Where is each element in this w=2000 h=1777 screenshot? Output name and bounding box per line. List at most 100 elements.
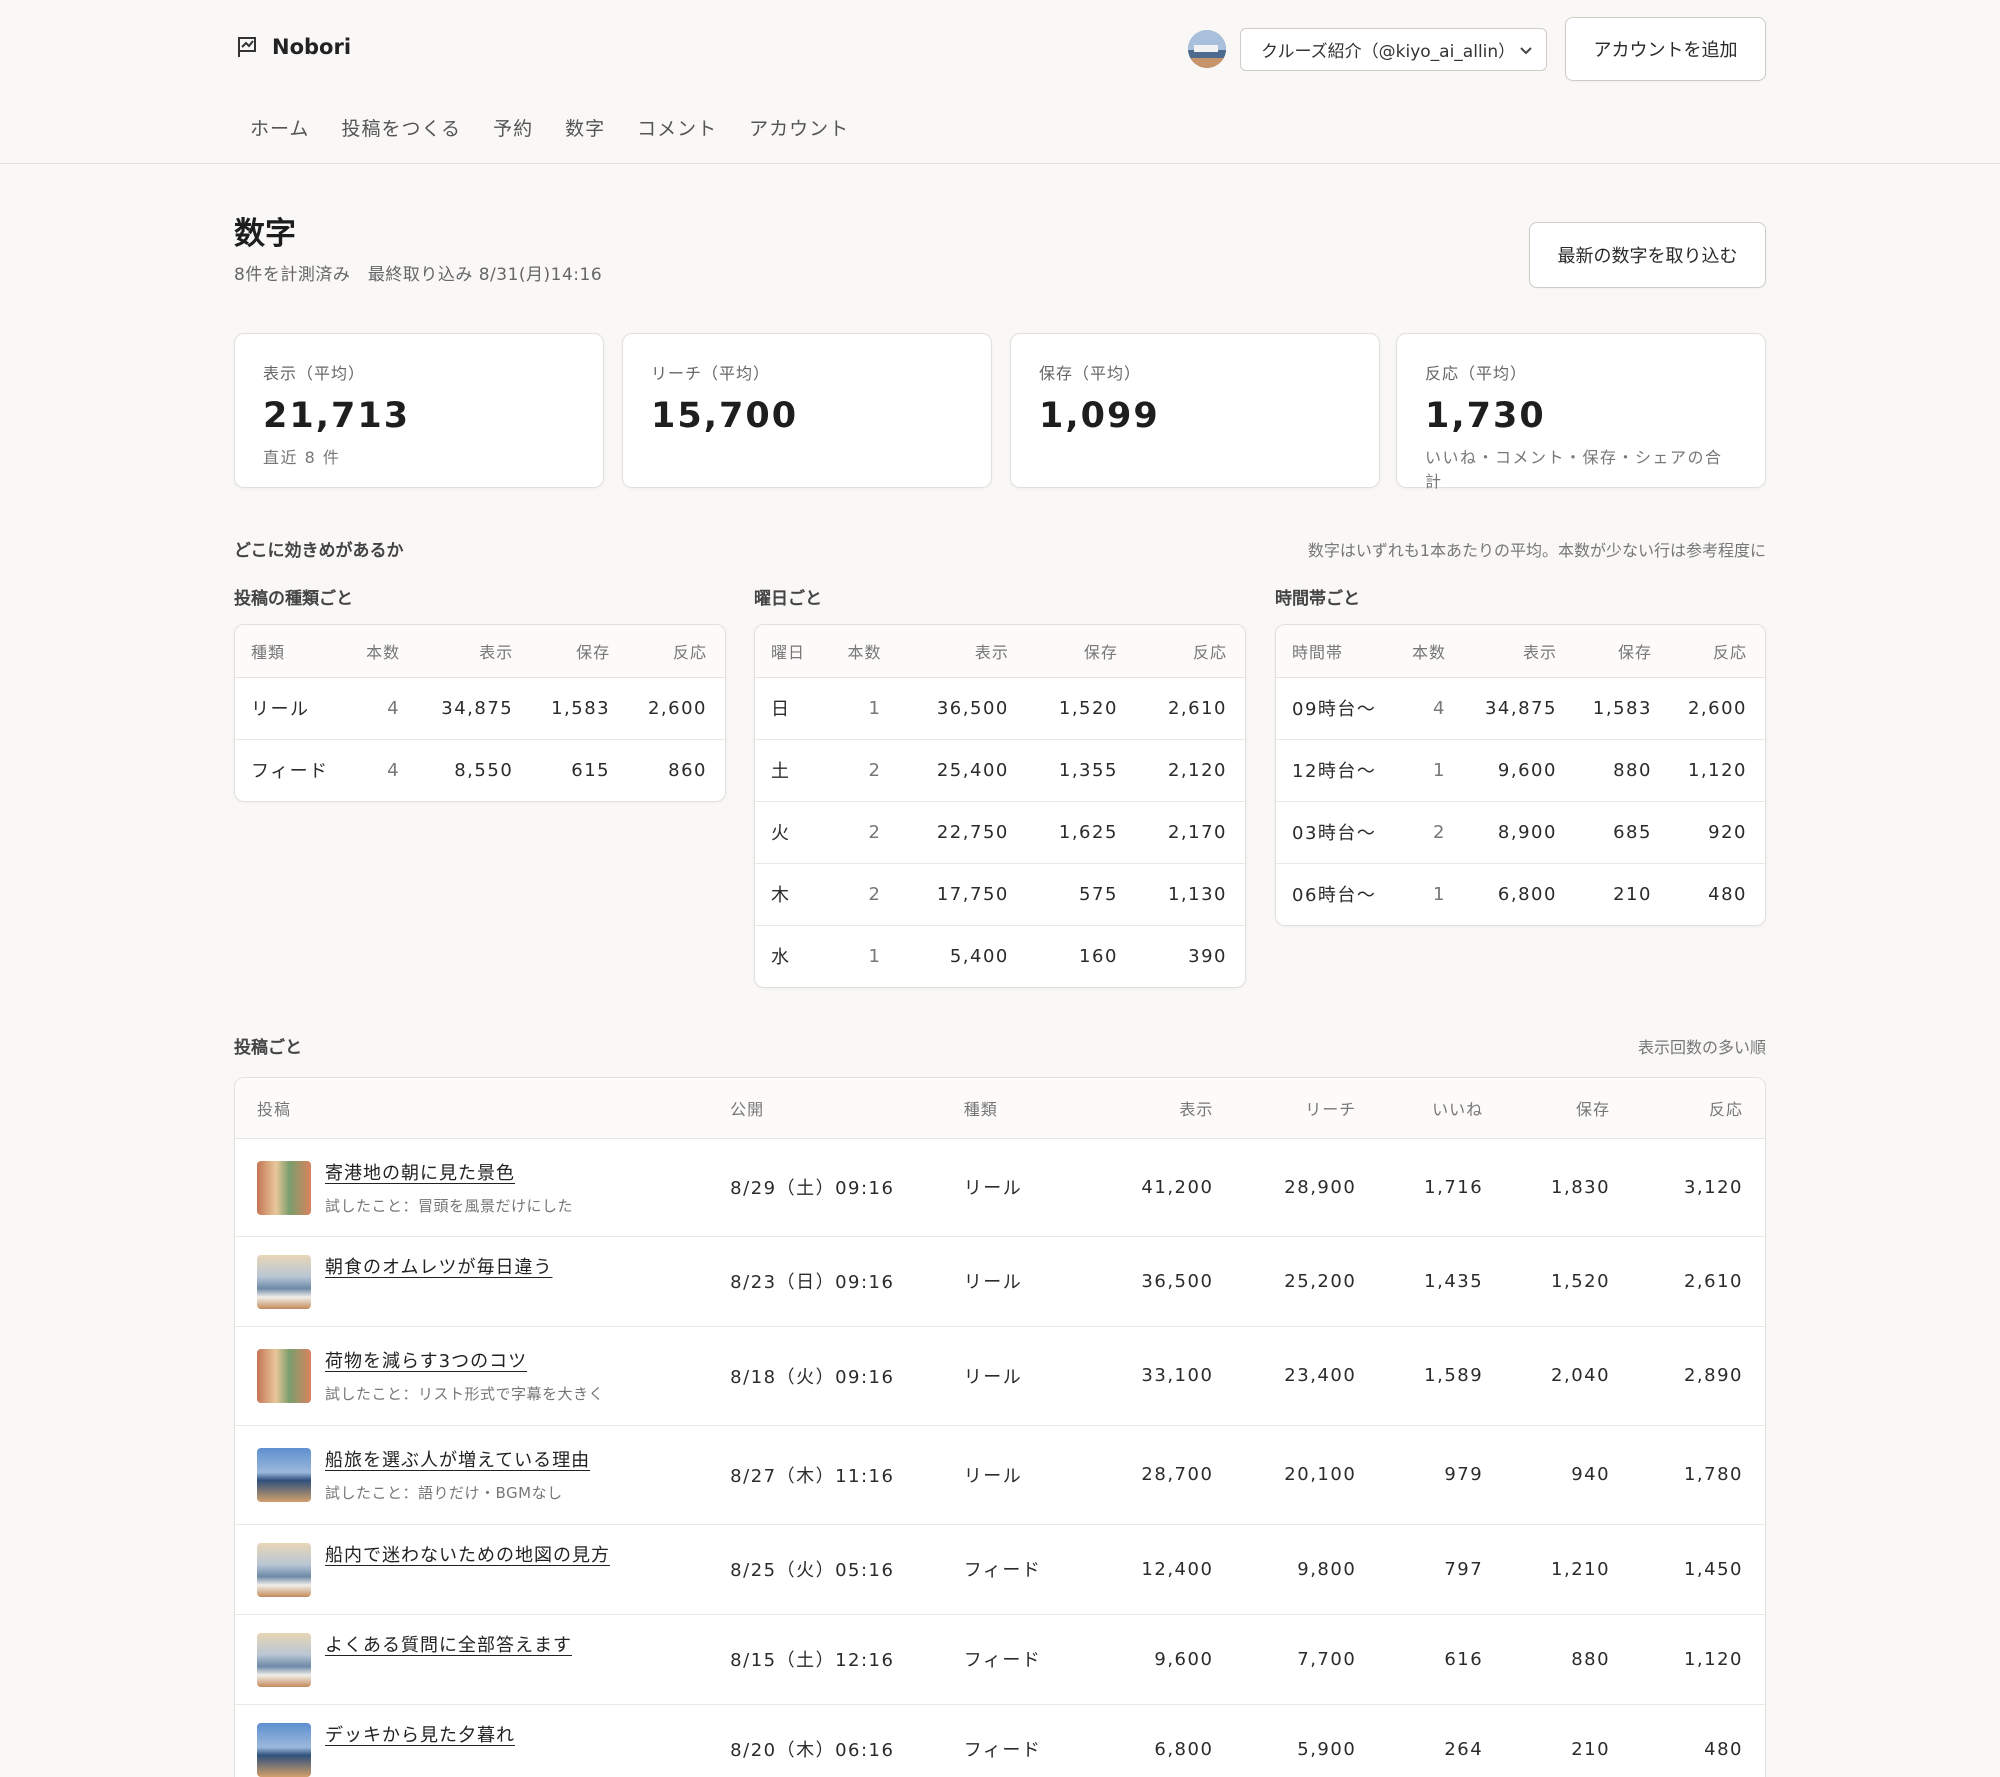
column-header: 本数 xyxy=(1399,625,1464,678)
column-header: リーチ xyxy=(1235,1078,1379,1139)
post-saves: 1,520 xyxy=(1505,1236,1633,1327)
table-row[interactable]: 船内で迷わないための地図の見方 8/25（火）05:16 フィード 12,400… xyxy=(235,1524,1765,1615)
post-date: 8/18（火）09:16 xyxy=(730,1326,964,1426)
column-header: 反応 xyxy=(628,625,725,678)
nav-home[interactable]: ホーム xyxy=(234,100,325,141)
effect-section-note: 数字はいずれも1本あたりの平均。本数が少ない行は参考程度に xyxy=(1307,541,1766,560)
table-cell: 575 xyxy=(1026,863,1136,926)
app-name: Nobori xyxy=(272,35,352,59)
post-views: 33,100 xyxy=(1103,1326,1236,1426)
by-day-title: 曜日ごと xyxy=(754,589,822,609)
table-cell: 09時台〜 xyxy=(1276,677,1400,740)
by-hour-title: 時間帯ごと xyxy=(1275,589,1360,609)
table-cell: 685 xyxy=(1574,801,1670,864)
column-header: 反応 xyxy=(1669,625,1765,678)
account-select[interactable]: クルーズ紹介（@kiyo_ai_allin） xyxy=(1240,28,1547,71)
table-cell: 1,583 xyxy=(1574,677,1670,740)
kpi-card-views: 表示（平均） 21,713 直近 8 件 xyxy=(234,333,604,488)
post-saves: 940 xyxy=(1505,1425,1633,1525)
table-row: 09時台〜 4 34,875 1,583 2,600 xyxy=(1276,677,1765,740)
brand[interactable]: Nobori xyxy=(234,34,351,60)
table-row[interactable]: デッキから見た夕暮れ 8/20（木）06:16 フィード 6,800 5,900… xyxy=(235,1704,1765,1777)
post-title-link[interactable]: 寄港地の朝に見た景色 xyxy=(325,1159,573,1185)
table-cell: 390 xyxy=(1188,945,1227,967)
by-type-title: 投稿の種類ごと xyxy=(234,589,353,609)
column-header: 表示 xyxy=(899,625,1027,678)
post-type: リール xyxy=(963,1236,1104,1327)
table-row: リール 4 34,875 1,583 2,600 xyxy=(235,677,725,740)
post-title-link[interactable]: 荷物を減らす3つのコツ xyxy=(325,1347,604,1373)
chevron-down-icon xyxy=(1520,47,1532,55)
table-cell: 2,600 xyxy=(628,677,725,740)
table-header-row: 時間帯 本数 表示 保存 反応 xyxy=(1276,625,1765,678)
post-reactions: 1,780 xyxy=(1632,1425,1765,1525)
post-reach: 9,800 xyxy=(1235,1524,1379,1615)
post-title-link[interactable]: 船内で迷わないための地図の見方 xyxy=(325,1541,610,1567)
post-thumbnail xyxy=(257,1349,311,1403)
column-header: 表示 xyxy=(418,625,532,678)
nav-account[interactable]: アカウント xyxy=(733,100,865,141)
post-type: リール xyxy=(963,1326,1104,1426)
post-views: 9,600 xyxy=(1103,1614,1236,1705)
post-thumbnail xyxy=(257,1723,311,1777)
table-cell: 34,875 xyxy=(418,677,532,740)
kpi-value: 15,700 xyxy=(651,396,799,436)
post-title-link[interactable]: 船旅を選ぶ人が増えている理由 xyxy=(325,1446,590,1472)
post-reactions: 480 xyxy=(1632,1704,1765,1777)
main-nav: ホーム 投稿をつくる 予約 数字 コメント アカウント xyxy=(234,100,865,141)
kpi-label: リーチ（平均） xyxy=(651,364,771,383)
table-cell: 1,625 xyxy=(1026,801,1136,864)
table-row[interactable]: 荷物を減らす3つのコツ 試したこと：リスト形式で字幕を大きく 8/18（火）09:… xyxy=(235,1326,1765,1426)
post-reach: 25,200 xyxy=(1235,1236,1379,1327)
column-header: 反応 xyxy=(1135,625,1245,678)
table-row[interactable]: よくある質問に全部答えます 8/15（土）12:16 フィード 9,600 7,… xyxy=(235,1614,1765,1705)
nav-schedule[interactable]: 予約 xyxy=(477,100,549,141)
table-row[interactable]: 寄港地の朝に見た景色 試したこと：冒頭を風景だけにした 8/29（土）09:16 … xyxy=(235,1138,1765,1237)
table-cell: 1 xyxy=(868,945,882,967)
kpi-label: 保存（平均） xyxy=(1039,364,1142,383)
top-header: Nobori クルーズ紹介（@kiyo_ai_allin） アカウントを追加 ホ… xyxy=(0,0,2000,164)
column-header: 時間帯 xyxy=(1276,625,1400,678)
table-row[interactable]: 船旅を選ぶ人が増えている理由 試したこと：語りだけ・BGMなし 8/27（木）11… xyxy=(235,1425,1765,1525)
table-row: 日 1 36,500 1,520 2,610 xyxy=(755,677,1245,740)
refresh-numbers-button[interactable]: 最新の数字を取り込む xyxy=(1529,222,1766,288)
chart-flag-icon xyxy=(238,37,256,57)
table-cell: 4 xyxy=(387,759,401,781)
table-cell: 2 xyxy=(825,863,900,926)
post-likes: 1,589 xyxy=(1378,1326,1506,1426)
table-cell: フィード xyxy=(251,761,329,783)
column-header: 表示 xyxy=(1103,1078,1236,1139)
post-views: 12,400 xyxy=(1103,1524,1236,1615)
add-account-button[interactable]: アカウントを追加 xyxy=(1565,17,1766,81)
post-saves: 210 xyxy=(1505,1704,1633,1777)
post-type: フィード xyxy=(963,1704,1104,1777)
table-cell: 火 xyxy=(755,801,826,864)
nav-create-post[interactable]: 投稿をつくる xyxy=(325,100,477,141)
post-title-link[interactable]: デッキから見た夕暮れ xyxy=(325,1721,515,1747)
post-type: フィード xyxy=(963,1524,1104,1615)
avatar[interactable] xyxy=(1188,30,1226,68)
nav-numbers[interactable]: 数字 xyxy=(549,100,621,141)
column-header: 公開 xyxy=(730,1078,964,1139)
page-title: 数字 xyxy=(234,216,296,252)
nav-comments[interactable]: コメント xyxy=(621,100,733,141)
post-saves: 2,040 xyxy=(1505,1326,1633,1426)
post-title-link[interactable]: よくある質問に全部答えます xyxy=(325,1631,572,1657)
post-likes: 264 xyxy=(1378,1704,1506,1777)
table-cell: 2 xyxy=(825,739,900,802)
table-cell: 日 xyxy=(755,677,826,740)
table-cell: 480 xyxy=(1708,883,1747,905)
table-header-row: 曜日 本数 表示 保存 反応 xyxy=(755,625,1245,678)
column-header: 曜日 xyxy=(755,625,826,678)
table-cell: 2,120 xyxy=(1135,739,1245,802)
post-reactions: 1,450 xyxy=(1632,1524,1765,1615)
post-title-link[interactable]: 朝食のオムレツが毎日違う xyxy=(325,1253,552,1279)
table-cell: 2 xyxy=(1399,801,1464,864)
post-reach: 23,400 xyxy=(1235,1326,1379,1426)
table-row[interactable]: 朝食のオムレツが毎日違う 8/23（日）09:16 リール 36,500 25,… xyxy=(235,1236,1765,1327)
table-row: 火 2 22,750 1,625 2,170 xyxy=(755,801,1245,864)
by-hour-table: 時間帯 本数 表示 保存 反応 09時台〜 4 34,875 1,583 2,6… xyxy=(1275,624,1766,926)
posts-sort-note: 表示回数の多い順 xyxy=(1637,1038,1766,1057)
post-date: 8/27（木）11:16 xyxy=(730,1425,964,1525)
column-header: 本数 xyxy=(352,625,419,678)
